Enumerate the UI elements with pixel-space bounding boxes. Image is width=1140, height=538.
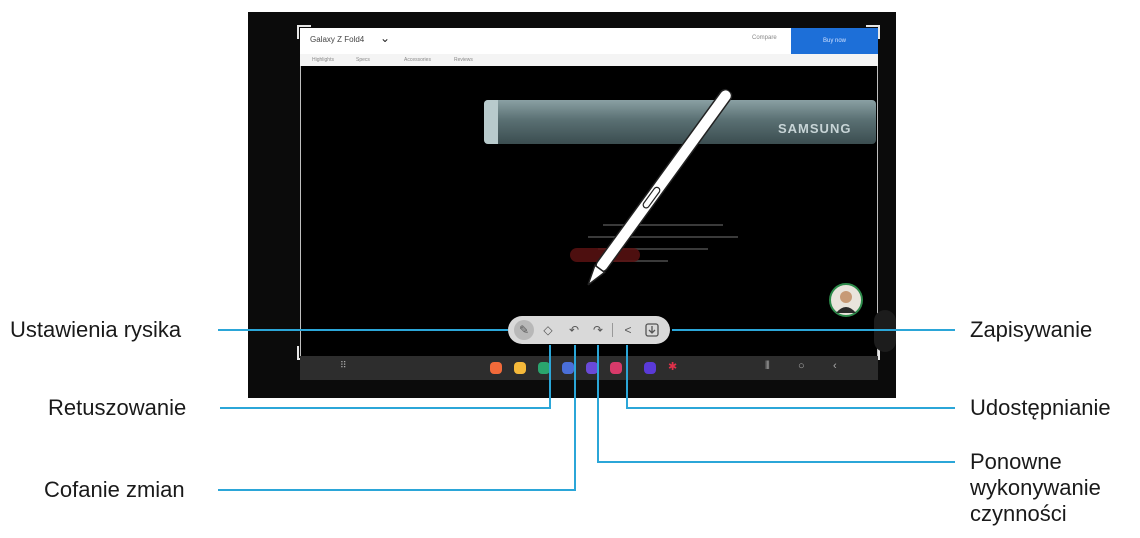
label-undo: Cofanie zmian bbox=[44, 477, 185, 502]
label-save: Zapisywanie bbox=[970, 317, 1093, 342]
label-redo-line1: Ponowne bbox=[970, 449, 1062, 474]
label-redo-line2: wykonywanie bbox=[970, 475, 1101, 500]
label-share: Udostępnianie bbox=[970, 395, 1111, 420]
callout-leaders bbox=[218, 329, 955, 491]
leader-redo bbox=[597, 345, 955, 463]
leader-retouch bbox=[220, 345, 551, 409]
leader-share bbox=[626, 345, 955, 409]
label-retouch: Retuszowanie bbox=[48, 395, 187, 420]
label-redo-line3: czynności bbox=[970, 501, 1067, 526]
leader-undo bbox=[218, 345, 576, 491]
label-redo: Ponowne wykonywanie czynności bbox=[970, 449, 1101, 527]
label-pen-settings: Ustawienia rysika bbox=[10, 317, 182, 342]
